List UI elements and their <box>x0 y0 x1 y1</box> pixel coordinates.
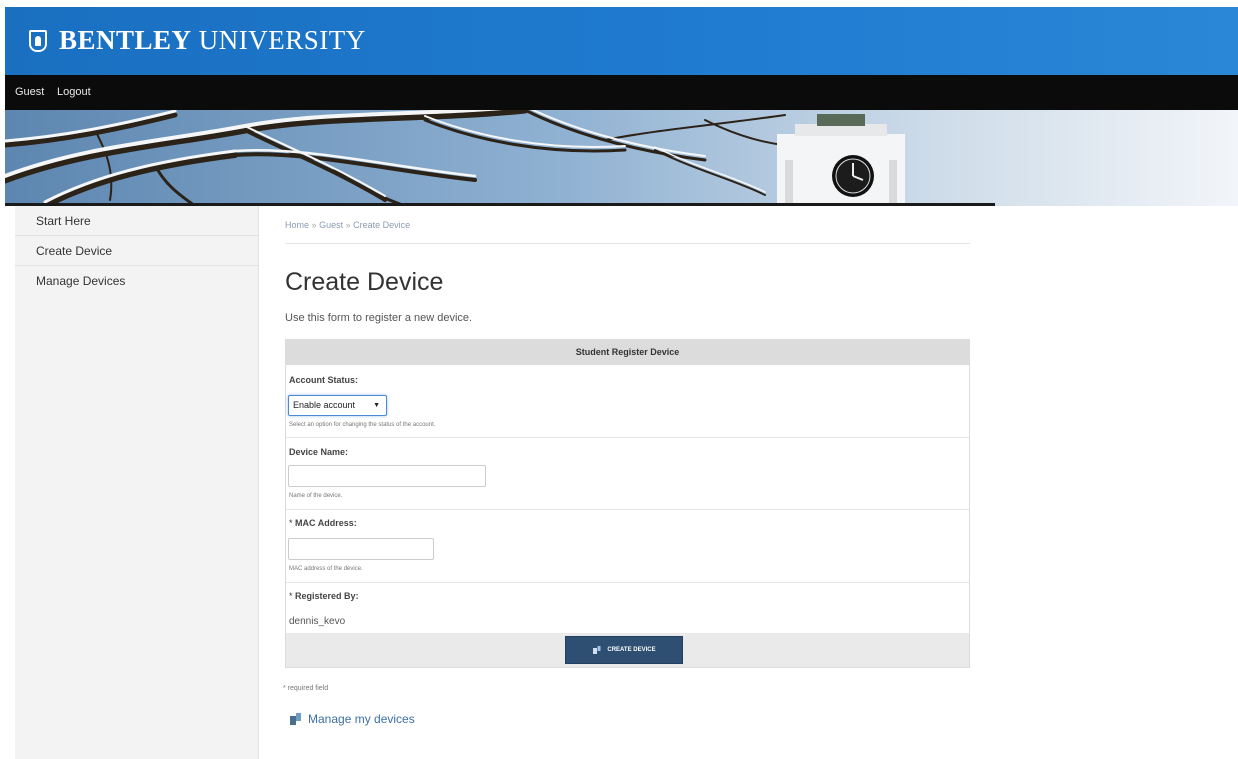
banner-image <box>5 110 1238 206</box>
form-header: Student Register Device <box>286 340 969 365</box>
sidebar-item-start-here[interactable]: Start Here <box>15 206 258 236</box>
page-title: Create Device <box>285 268 444 296</box>
account-status-label: Account Status: <box>289 375 359 385</box>
manage-my-devices-label: Manage my devices <box>308 712 415 726</box>
brand-name: BENTLEY UNIVERSITY <box>59 25 366 55</box>
device-name-input[interactable] <box>288 465 486 487</box>
brand-logo[interactable]: BENTLEY UNIVERSITY <box>29 25 366 56</box>
sidebar-item-create-device[interactable]: Create Device <box>15 236 258 266</box>
mac-address-help: MAC address of the device. <box>289 566 363 572</box>
form-actions: CREATE DEVICE <box>286 633 969 667</box>
breadcrumb-current: Create Device <box>353 220 411 230</box>
devices-icon <box>290 713 301 725</box>
device-name-field: Device Name: Name of the device. <box>286 438 969 510</box>
create-device-label: CREATE DEVICE <box>607 647 656 653</box>
required-star: * <box>289 591 293 601</box>
page-description: Use this form to register a new device. <box>285 312 473 324</box>
mac-address-input[interactable] <box>288 538 434 560</box>
register-device-form: Student Register Device Account Status: … <box>285 339 970 668</box>
breadcrumb-divider <box>285 243 970 244</box>
account-status-field: Account Status: Enable account ▼ Select … <box>286 365 969 438</box>
manage-my-devices-link[interactable]: Manage my devices <box>289 712 415 726</box>
chevron-down-icon: ▼ <box>373 402 380 409</box>
required-star: * <box>289 518 293 528</box>
breadcrumb: Home » Guest » Create Device <box>285 220 410 230</box>
device-name-label: Device Name: <box>289 447 349 457</box>
sidebar-item-manage-devices[interactable]: Manage Devices <box>15 266 258 296</box>
device-add-icon <box>593 646 601 654</box>
mac-address-label: * MAC Address: <box>289 518 357 528</box>
breadcrumb-separator: » <box>311 220 317 230</box>
snowy-branches-clock-tower-image <box>5 110 1238 206</box>
breadcrumb-separator: » <box>345 220 351 230</box>
registered-by-label: * Registered By: <box>289 591 359 601</box>
required-field-note: * required field <box>283 685 329 692</box>
create-device-button[interactable]: CREATE DEVICE <box>565 636 683 664</box>
account-status-value: Enable account <box>293 400 356 410</box>
user-bar: Guest Logout <box>5 75 1238 110</box>
account-status-select[interactable]: Enable account ▼ <box>288 395 387 416</box>
device-name-help: Name of the device. <box>289 493 343 499</box>
registered-by-value: dennis_kevo <box>289 616 346 627</box>
breadcrumb-home[interactable]: Home <box>285 220 309 230</box>
account-status-help: Select an option for changing the status… <box>289 422 436 428</box>
guest-link[interactable]: Guest <box>15 86 44 98</box>
mac-address-field: * MAC Address: MAC address of the device… <box>286 510 969 583</box>
breadcrumb-guest[interactable]: Guest <box>319 220 343 230</box>
brand-header: BENTLEY UNIVERSITY <box>5 7 1238 75</box>
logout-link[interactable]: Logout <box>57 86 91 98</box>
shield-logo-icon <box>29 29 47 52</box>
registered-by-field: * Registered By: dennis_kevo <box>286 583 969 633</box>
sidebar: Start Here Create Device Manage Devices <box>15 206 259 759</box>
